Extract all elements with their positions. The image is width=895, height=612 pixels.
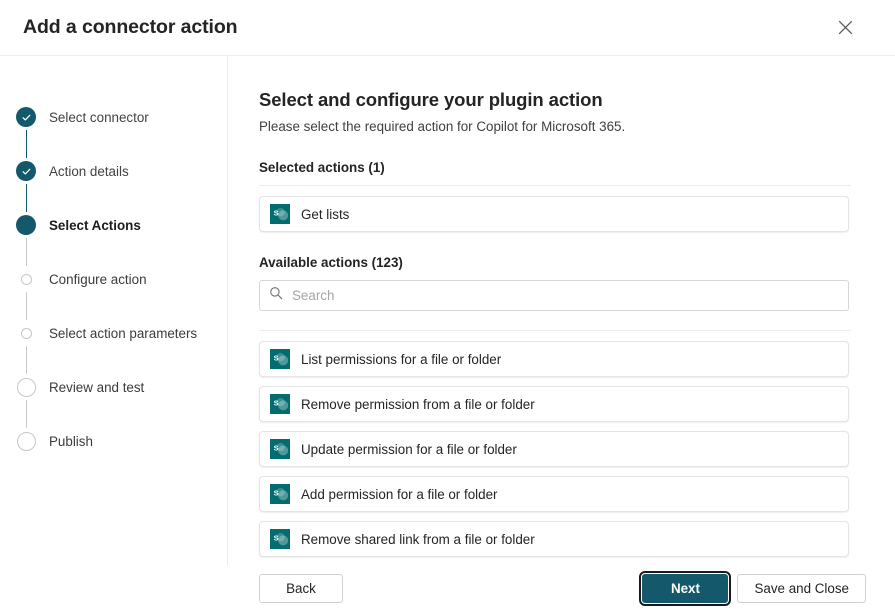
step-connector-line (25, 130, 28, 158)
available-action-row[interactable]: S Remove permission from a file or folde… (259, 386, 849, 422)
available-action-title: Update permission for a file or folder (301, 441, 517, 457)
sidebar-item-select-action-parameters[interactable]: Select action parameters (13, 306, 227, 374)
sidebar-item-review-and-test[interactable]: Review and test (13, 360, 227, 428)
wizard-steps: Select connector Action details Select A… (0, 90, 227, 468)
svg-text:S: S (274, 443, 279, 452)
filled-circle-icon (13, 212, 39, 238)
small-empty-circle-icon (13, 266, 39, 292)
available-action-title: List permissions for a file or folder (301, 351, 502, 367)
large-empty-circle-icon (13, 374, 39, 400)
available-action-row[interactable]: S List permissions for a file or folder (259, 341, 849, 377)
step-connector-line (25, 346, 28, 374)
available-actions-list: S List permissions for a file or folder … (259, 341, 852, 557)
sharepoint-icon: S (270, 394, 290, 414)
sidebar-item-label: Action details (49, 163, 129, 179)
sidebar-item-action-details[interactable]: Action details (13, 144, 227, 212)
save-and-close-button[interactable]: Save and Close (737, 574, 866, 603)
sidebar-item-label: Select action parameters (49, 325, 198, 341)
available-action-row[interactable]: S Update permission for a file or folder (259, 431, 849, 467)
sharepoint-icon: S (270, 204, 290, 224)
dialog-footer: Back Next Save and Close (0, 565, 895, 612)
page-title: Select and configure your plugin action (259, 89, 603, 110)
check-circle-icon (13, 158, 39, 184)
sharepoint-icon: S (270, 349, 290, 369)
available-action-title: Remove shared link from a file or folder (301, 531, 535, 547)
sidebar-item-label: Configure action (49, 271, 147, 287)
dialog-body: Select connector Action details Select A… (0, 56, 895, 565)
svg-text:S: S (274, 398, 279, 407)
check-circle-icon (13, 104, 39, 130)
page-subtitle: Please select the required action for Co… (259, 119, 626, 134)
available-action-row[interactable]: S Remove shared link from a file or fold… (259, 521, 849, 557)
svg-text:S: S (274, 353, 279, 362)
sidebar-item-label: Select Actions (49, 217, 141, 233)
small-empty-circle-icon (13, 320, 39, 346)
search-icon (269, 286, 283, 305)
selected-action-title: Get lists (301, 206, 350, 222)
step-connector-line (25, 400, 28, 428)
add-connector-action-dialog: Add a connector action Select connector … (0, 0, 895, 612)
sidebar-item-publish[interactable]: Publish (13, 414, 227, 468)
sidebar-item-select-connector[interactable]: Select connector (13, 90, 227, 158)
main-inner: Select and configure your plugin action … (259, 56, 852, 557)
selected-actions-label: Selected actions (1) (259, 160, 385, 175)
close-button[interactable] (828, 11, 862, 45)
sidebar-item-label: Publish (49, 433, 93, 449)
large-empty-circle-icon (13, 428, 39, 454)
sharepoint-icon: S (270, 484, 290, 504)
main-content: Select and configure your plugin action … (228, 56, 895, 565)
dialog-title: Add a connector action (23, 16, 238, 38)
dialog-header: Add a connector action (0, 0, 895, 56)
next-button[interactable]: Next (639, 571, 732, 606)
available-actions-label: Available actions (123) (259, 255, 403, 270)
search-box[interactable] (259, 280, 849, 311)
selected-action-row[interactable]: S Get lists (259, 196, 849, 232)
available-action-title: Add permission for a file or folder (301, 486, 498, 502)
available-actions-divider (259, 330, 851, 331)
sidebar-item-configure-action[interactable]: Configure action (13, 252, 227, 320)
sharepoint-icon: S (270, 439, 290, 459)
sharepoint-icon: S (270, 529, 290, 549)
selected-actions-divider (259, 185, 851, 186)
svg-text:S: S (274, 488, 279, 497)
step-connector-line (25, 184, 28, 212)
available-action-row[interactable]: S Add permission for a file or folder (259, 476, 849, 512)
svg-text:S: S (274, 533, 279, 542)
available-action-title: Remove permission from a file or folder (301, 396, 535, 412)
back-button[interactable]: Back (259, 574, 343, 603)
sidebar-item-select-actions[interactable]: Select Actions (13, 198, 227, 266)
step-connector-line (25, 238, 28, 266)
search-input[interactable] (292, 288, 839, 303)
close-icon (838, 20, 853, 35)
svg-text:S: S (274, 208, 279, 217)
wizard-sidebar: Select connector Action details Select A… (0, 56, 228, 565)
sidebar-item-label: Review and test (49, 379, 145, 395)
sidebar-item-label: Select connector (49, 109, 149, 125)
step-connector-line (25, 292, 28, 320)
